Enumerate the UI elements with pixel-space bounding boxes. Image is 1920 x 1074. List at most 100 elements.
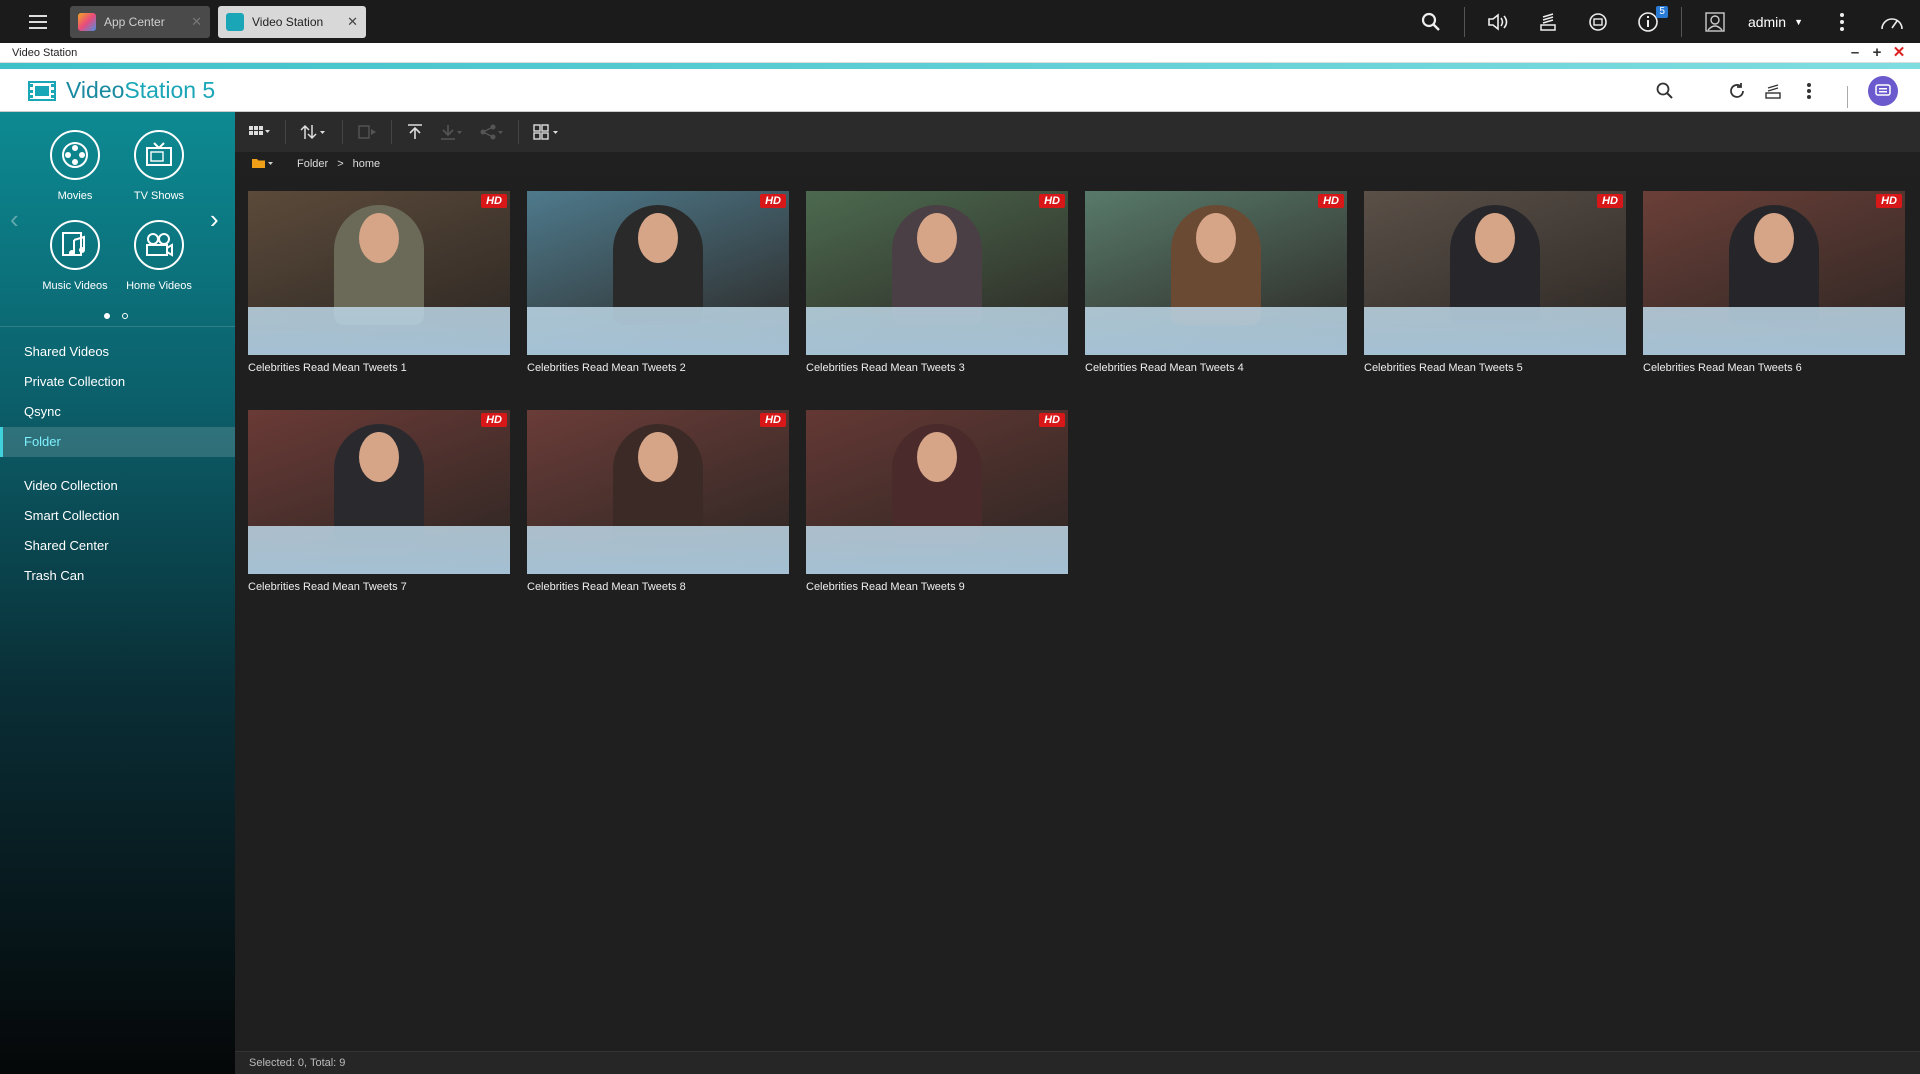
chevron-down-icon: ▼	[1794, 16, 1803, 27]
nav-shared-center[interactable]: Shared Center	[0, 531, 235, 561]
folder-icon[interactable]	[251, 157, 275, 172]
video-thumbnail[interactable]: HD	[248, 410, 510, 574]
video-title[interactable]: Celebrities Read Mean Tweets 4	[1085, 362, 1347, 374]
breadcrumb-root[interactable]: Folder	[297, 158, 328, 170]
video-tile[interactable]: HD Celebrities Read Mean Tweets 1	[248, 191, 510, 374]
tweet-overlay	[527, 307, 789, 355]
video-tile[interactable]: HD Celebrities Read Mean Tweets 7	[248, 410, 510, 593]
video-title[interactable]: Celebrities Read Mean Tweets 2	[527, 362, 789, 374]
tweet-overlay	[1364, 307, 1626, 355]
user-menu[interactable]: admin ▼	[1748, 14, 1803, 30]
toolbar	[235, 112, 1920, 152]
nav-trash-can[interactable]: Trash Can	[0, 561, 235, 591]
breadcrumb-current[interactable]: home	[353, 158, 381, 170]
close-icon[interactable]: ✕	[1888, 44, 1910, 62]
background-tasks-icon[interactable]	[1534, 8, 1562, 36]
video-tile[interactable]: HD Celebrities Read Mean Tweets 2	[527, 191, 789, 374]
video-tile[interactable]: HD Celebrities Read Mean Tweets 6	[1643, 191, 1905, 374]
video-title[interactable]: Celebrities Read Mean Tweets 1	[248, 362, 510, 374]
video-tile[interactable]: HD Celebrities Read Mean Tweets 8	[527, 410, 789, 593]
category-home-videos[interactable]: Home Videos	[114, 220, 204, 292]
video-title[interactable]: Celebrities Read Mean Tweets 7	[248, 581, 510, 593]
thumbnail-figure	[638, 432, 678, 482]
divider	[1463, 6, 1465, 37]
volume-icon[interactable]	[1484, 8, 1512, 36]
dashboard-gauge-icon[interactable]	[1878, 8, 1906, 36]
video-thumbnail[interactable]: HD	[248, 191, 510, 355]
chevron-left-icon[interactable]: ‹	[10, 204, 19, 235]
tweet-overlay	[806, 307, 1068, 355]
video-thumbnail[interactable]: HD	[1085, 191, 1347, 355]
category-label: Home Videos	[126, 280, 192, 292]
nav-private-collection[interactable]: Private Collection	[0, 367, 235, 397]
thumbnail-size-button[interactable]	[533, 112, 561, 152]
upload-icon[interactable]	[406, 112, 424, 152]
app-logo: VideoStation 5	[28, 77, 215, 104]
download-icon[interactable]	[440, 112, 464, 152]
close-icon[interactable]: ✕	[191, 14, 202, 30]
hd-badge: HD	[481, 413, 507, 427]
play-list-button[interactable]	[357, 112, 377, 152]
search-icon[interactable]	[1417, 8, 1445, 36]
hd-badge: HD	[760, 194, 786, 208]
media-player-icon[interactable]	[1868, 75, 1898, 106]
video-thumbnail[interactable]: HD	[527, 410, 789, 574]
thumbnail-figure	[917, 213, 957, 263]
nav-folder[interactable]: Folder	[0, 427, 235, 457]
info-icon[interactable]: 5	[1634, 5, 1668, 36]
external-device-icon[interactable]	[1584, 8, 1612, 36]
video-thumbnail[interactable]: HD	[806, 191, 1068, 355]
camera-icon	[134, 220, 184, 270]
sort-button[interactable]	[300, 112, 328, 152]
video-thumbnail[interactable]: HD	[527, 191, 789, 355]
more-options-icon[interactable]	[1828, 8, 1856, 36]
divider	[1680, 6, 1682, 37]
video-title[interactable]: Celebrities Read Mean Tweets 8	[527, 581, 789, 593]
music-video-icon	[50, 220, 100, 270]
search-icon[interactable]	[1653, 79, 1677, 103]
chevron-right-icon[interactable]: ›	[210, 204, 219, 235]
tab-app-center[interactable]: App Center ✕	[70, 5, 210, 38]
category-tv-shows[interactable]: TV Shows	[114, 130, 204, 202]
video-title[interactable]: Celebrities Read Mean Tweets 9	[806, 581, 1068, 593]
video-thumbnail[interactable]: HD	[806, 410, 1068, 574]
video-title[interactable]: Celebrities Read Mean Tweets 5	[1364, 362, 1626, 374]
video-title[interactable]: Celebrities Read Mean Tweets 3	[806, 362, 1068, 374]
status-bar: Selected: 0, Total: 9	[235, 1051, 1920, 1074]
maximize-icon[interactable]: +	[1866, 44, 1888, 62]
film-reel-icon	[50, 130, 100, 180]
video-tile[interactable]: HD Celebrities Read Mean Tweets 4	[1085, 191, 1347, 374]
video-title[interactable]: Celebrities Read Mean Tweets 6	[1643, 362, 1905, 374]
refresh-icon[interactable]	[1725, 79, 1749, 103]
nav-smart-collection[interactable]: Smart Collection	[0, 501, 235, 531]
window-title: Video Station	[12, 47, 78, 59]
share-icon[interactable]	[480, 112, 504, 152]
video-thumbnail[interactable]: HD	[1643, 191, 1905, 355]
main-menu-icon[interactable]	[18, 0, 58, 43]
user-avatar-icon[interactable]	[1701, 8, 1729, 36]
tweet-overlay	[1643, 307, 1905, 355]
nav-qsync[interactable]: Qsync	[0, 397, 235, 427]
video-tile[interactable]: HD Celebrities Read Mean Tweets 9	[806, 410, 1068, 593]
thumbnail-figure	[359, 213, 399, 263]
video-tile[interactable]: HD Celebrities Read Mean Tweets 5	[1364, 191, 1626, 374]
video-station-icon	[226, 12, 244, 31]
tab-video-station[interactable]: Video Station ✕	[218, 5, 366, 38]
tab-label: App Center	[104, 14, 165, 29]
category-music-videos[interactable]: Music Videos	[30, 220, 120, 292]
thumbnail-figure	[638, 213, 678, 263]
tab-label: Video Station	[252, 14, 324, 29]
minimize-icon[interactable]: –	[1844, 44, 1866, 62]
pagination-dots[interactable]	[104, 313, 128, 319]
nav-video-collection[interactable]: Video Collection	[0, 471, 235, 501]
category-movies[interactable]: Movies	[30, 130, 120, 202]
divider	[0, 326, 235, 327]
nav-shared-videos[interactable]: Shared Videos	[0, 337, 235, 367]
view-mode-button[interactable]	[249, 112, 271, 152]
close-icon[interactable]: ✕	[347, 14, 358, 30]
background-tasks-icon[interactable]	[1761, 79, 1785, 103]
video-thumbnail[interactable]: HD	[1364, 191, 1626, 355]
more-options-icon[interactable]	[1797, 79, 1821, 103]
divider	[391, 120, 392, 144]
video-tile[interactable]: HD Celebrities Read Mean Tweets 3	[806, 191, 1068, 374]
